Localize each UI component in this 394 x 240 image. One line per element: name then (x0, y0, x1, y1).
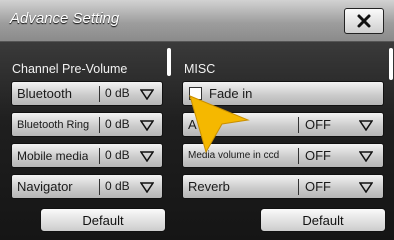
bluetooth-ring-row[interactable]: Bluetooth Ring 0 dB (11, 112, 163, 137)
settings-content: Channel Pre-Volume Bluetooth 0 dB Blueto… (0, 42, 394, 240)
close-button[interactable] (344, 8, 384, 34)
row-value: 0 dB (105, 86, 130, 100)
channel-pre-volume-title: Channel Pre-Volume (12, 62, 128, 76)
navigator-row[interactable]: Navigator 0 dB (11, 174, 163, 199)
row-value: 0 dB (105, 117, 130, 131)
row-label: Bluetooth Ring (17, 118, 90, 131)
title-bar: Advance Setting (0, 0, 394, 42)
divider (298, 148, 299, 164)
right-default-button[interactable]: Default (260, 208, 386, 232)
close-icon (357, 14, 371, 28)
row-value: OFF (305, 148, 331, 163)
row-label: Mobile media (17, 148, 89, 163)
divider (99, 86, 100, 102)
row-label: Navigator (17, 179, 73, 194)
divider (99, 148, 100, 164)
row-value: OFF (305, 117, 331, 132)
divider (298, 179, 299, 195)
row-label: Reverb (188, 179, 230, 194)
divider (298, 117, 299, 133)
reverb-row[interactable]: Reverb OFF (182, 174, 384, 199)
right-scrollbar[interactable] (389, 48, 393, 80)
row-value: 0 dB (105, 179, 130, 193)
window-title: Advance Setting (10, 10, 120, 27)
row-value: OFF (305, 179, 331, 194)
row-label: Bluetooth (17, 86, 72, 101)
mobile-media-row[interactable]: Mobile media 0 dB (11, 143, 163, 168)
bluetooth-row[interactable]: Bluetooth 0 dB (11, 81, 163, 106)
divider (99, 179, 100, 195)
misc-title: MISC (184, 62, 216, 76)
pointer-cursor-icon (189, 95, 250, 154)
row-value: 0 dB (105, 148, 130, 162)
left-scrollbar[interactable] (167, 48, 171, 76)
divider (99, 117, 100, 133)
left-default-button[interactable]: Default (40, 208, 166, 232)
